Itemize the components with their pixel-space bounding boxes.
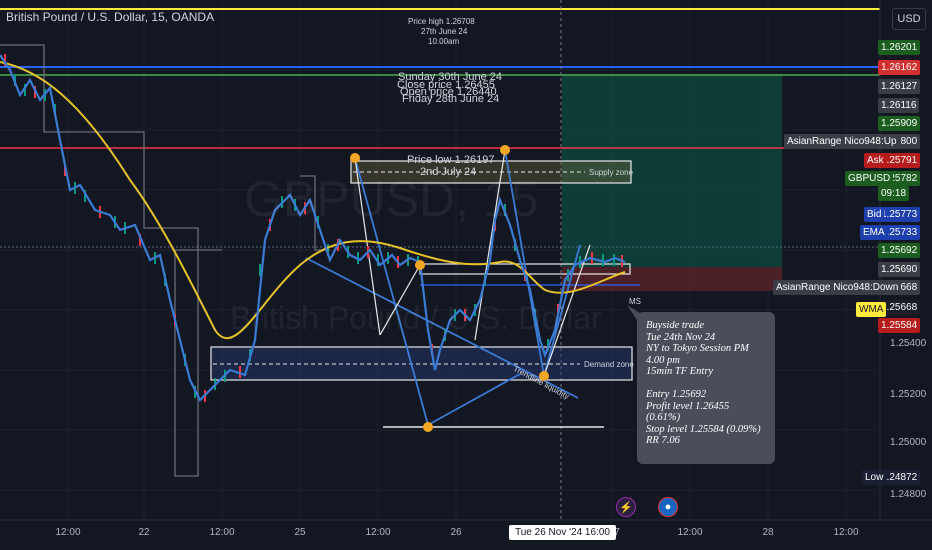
note-line: Tue 24th Nov 24 [646,331,716,343]
watermark-symbol: GBPUSD, 15 [244,171,539,227]
note-line: Profit level 1.26455 (0.61%) [646,400,730,424]
symbol-tag[interactable]: GBPUSD [845,171,894,186]
price-tag[interactable]: 1.25773 [878,207,921,222]
ema-tag[interactable]: EMA [860,225,888,240]
price-axis-label: 1.24800 [890,489,927,500]
price-axis-label: 1.25400 [890,338,927,349]
price-tag[interactable]: 1.25584 [878,318,921,333]
price-tag[interactable]: 1.25909 [878,116,921,131]
trendline-a[interactable] [427,373,521,426]
asian-range-step [0,44,222,477]
price-tag[interactable]: 1.26116 [878,98,920,113]
asian-range-up-tag[interactable]: AsianRange Nico948:Up [784,134,900,149]
note-line: 15min TF Entry [646,366,714,377]
candle [602,254,604,266]
note-line: Buyside trade [646,320,705,331]
trade-note[interactable]: Buyside trade Tue 24th Nov 24 NY to Toky… [637,312,775,464]
lightning-icon[interactable]: ⚡ [616,497,636,517]
ms-label[interactable]: MS [629,297,641,306]
currency-button[interactable]: USD [892,8,926,30]
price-tag[interactable]: 1.26201 [878,40,921,55]
note-line: Stop level 1.25584 (0.09%) [646,423,761,435]
annotation-price-high-time[interactable]: 10.00am [428,37,459,46]
time-axis-label: 12:00 [55,527,81,538]
bid-tag[interactable]: Bid [864,207,885,222]
annotation-price-high[interactable]: Price high 1.26708 [408,17,475,26]
demand-zone-label[interactable]: Demand zone [584,360,634,369]
time-axis-label: 26 [450,527,462,538]
annotation-price-high-date[interactable]: 27th June 24 [421,27,467,36]
demand-zone-box[interactable] [210,346,633,381]
time-axis-label: 12:00 [833,527,859,538]
time-axis-label: 12:00 [209,527,235,538]
annotation-price-low-date[interactable]: 2nd July 24 [420,167,476,178]
annotation-friday[interactable]: Friday 28th June 24 [402,94,499,105]
note-line: Entry 1.25692 [646,389,707,400]
supply-zone-label[interactable]: Supply zone [589,168,633,177]
candle [613,254,615,266]
price-tag[interactable]: 1.25690 [878,262,921,277]
price-tag[interactable]: 1.26127 [878,79,921,94]
watermark-name: British Pound / U.S. Dollar [230,300,602,336]
note-line: RR 7.06 [646,435,680,446]
low-tag[interactable]: Low [862,470,887,485]
price-tag[interactable]: 1.26162 [878,60,921,75]
swing-marker[interactable] [350,153,360,163]
ask-tag[interactable]: Ask [864,153,887,168]
time-axis-label: 12:00 [677,527,703,538]
symbol-title[interactable]: British Pound / U.S. Dollar, 15, OANDA [6,10,214,24]
time-axis-label: 22 [138,527,150,538]
time-cursor-label: Tue 26 Nov '24 16:00 [509,525,616,540]
swing-marker[interactable] [415,260,425,270]
annotation-price-low[interactable]: Price low 1.26197 [407,155,494,166]
note-line: NY to Tokyo Session PM [646,343,749,354]
price-axis-label: 1.25200 [890,389,927,400]
time-axis-label: 28 [762,527,774,538]
time-axis-label: 25 [294,527,306,538]
stop-zone[interactable] [562,267,782,291]
countdown-tag[interactable]: 09:18 [878,186,910,201]
note-line [646,378,766,390]
asian-range-down-tag[interactable]: AsianRange Nico948:Down [773,280,902,295]
wma-tag[interactable]: WMA [856,302,887,317]
time-axis-label: 12:00 [365,527,391,538]
price-axis-label: 1.25000 [890,437,927,448]
price-tag[interactable]: 1.25692 [878,243,921,258]
note-line: 4.00 pm [646,354,680,366]
swing-marker[interactable] [423,422,433,432]
flag-icon[interactable]: ● [658,497,678,517]
swing-marker[interactable] [500,145,510,155]
